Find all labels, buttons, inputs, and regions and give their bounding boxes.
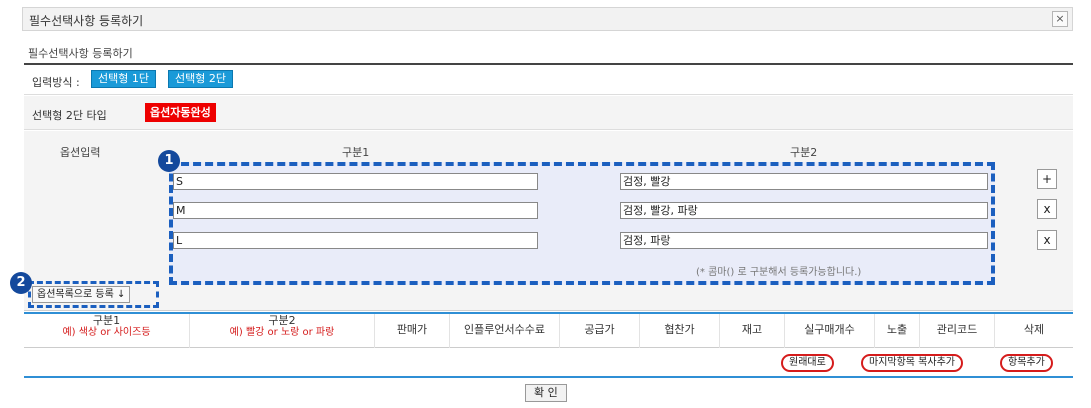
double-select-button[interactable]: 선택형 2단 [168, 70, 233, 88]
column-title: 구분2 [268, 314, 296, 327]
column-example: 예) 빨강 or 노랑 or 파랑 [229, 327, 335, 338]
category1-input[interactable]: L [173, 232, 538, 249]
column-header-purchase-count: 실구매개수 [784, 314, 874, 348]
category1-heading: 구분1 [342, 146, 370, 159]
column-title: 재고 [741, 323, 763, 336]
column-title: 삭제 [1023, 323, 1045, 336]
register-to-list-button[interactable]: 옵션목록으로 등록 ↓ [32, 286, 131, 303]
column-title: 노출 [886, 323, 908, 336]
column-title: 협찬가 [664, 323, 695, 336]
column-title: 판매가 [396, 323, 428, 336]
column-header-manage-code: 관리코드 [919, 314, 994, 348]
confirm-button[interactable]: 확 인 [525, 384, 567, 402]
column-header-sponsor-price: 협찬가 [639, 314, 719, 348]
category1-input[interactable]: M [173, 202, 538, 219]
column-header-category1: 구분1 예) 색상 or 사이즈등 [24, 314, 189, 348]
column-header-display: 노출 [874, 314, 919, 348]
category2-heading: 구분2 [790, 146, 818, 159]
dialog-title-bar: 필수선택사항 등록하기 × [22, 7, 1073, 31]
column-header-supply-price: 공급가 [559, 314, 639, 348]
callout-badge-1: 1 [158, 150, 180, 172]
column-header-influencer-fee: 인플루언서수수료 [449, 314, 559, 348]
option-input-heading: 옵션입력 [60, 146, 101, 159]
option-input-area: 옵션입력 구분1 구분2 S 검정, 빨강 M 검정, 빨강, 파랑 L 검정,… [24, 131, 1073, 311]
column-title: 공급가 [584, 323, 615, 336]
column-header-price: 판매가 [374, 314, 449, 348]
remove-row-button[interactable]: x [1037, 199, 1057, 219]
dialog-title: 필수선택사항 등록하기 [29, 14, 144, 28]
input-method-label: 입력방식 : [32, 76, 80, 89]
option-table-header: 구분1 예) 색상 or 사이즈등 구분2 예) 빨강 or 노랑 or 파랑 … [24, 312, 1073, 348]
page-title: 필수선택사항 등록하기 [28, 47, 133, 60]
remove-row-button[interactable]: x [1037, 230, 1057, 250]
category2-input[interactable]: 검정, 빨강 [620, 173, 988, 190]
column-header-stock: 재고 [719, 314, 784, 348]
input-method-row: 입력방식 : 선택형 1단 선택형 2단 [24, 65, 1073, 95]
comma-hint: (* 콤마() 로 구분해서 등록가능합니다.) [696, 267, 862, 278]
close-icon[interactable]: × [1052, 11, 1068, 27]
copy-last-item-button[interactable]: 마지막항목 복사추가 [861, 354, 963, 372]
column-title: 실구매개수 [804, 323, 855, 336]
reset-button[interactable]: 원래대로 [781, 354, 834, 372]
single-select-button[interactable]: 선택형 1단 [91, 70, 156, 88]
column-title: 구분1 [92, 314, 121, 327]
column-header-category2: 구분2 예) 빨강 or 노랑 or 파랑 [189, 314, 374, 348]
callout-badge-2: 2 [10, 272, 32, 294]
category1-input[interactable]: S [173, 173, 538, 190]
column-title: 인플루언서수수료 [464, 323, 545, 336]
column-header-delete: 삭제 [994, 314, 1073, 348]
category2-input[interactable]: 검정, 파랑 [620, 232, 988, 249]
column-title: 관리코드 [936, 323, 978, 336]
category2-input[interactable]: 검정, 빨강, 파랑 [620, 202, 988, 219]
type-row: 선택형 2단 타입 옵션자동완성 [24, 96, 1073, 130]
add-item-button[interactable]: 항목추가 [1000, 354, 1053, 372]
add-row-button[interactable]: + [1037, 169, 1057, 189]
type-label: 선택형 2단 타입 [32, 109, 107, 122]
table-actions-row: 원래대로 마지막항목 복사추가 항목추가 [24, 348, 1073, 378]
column-example: 예) 색상 or 사이즈등 [62, 327, 151, 338]
auto-complete-button[interactable]: 옵션자동완성 [145, 103, 216, 122]
